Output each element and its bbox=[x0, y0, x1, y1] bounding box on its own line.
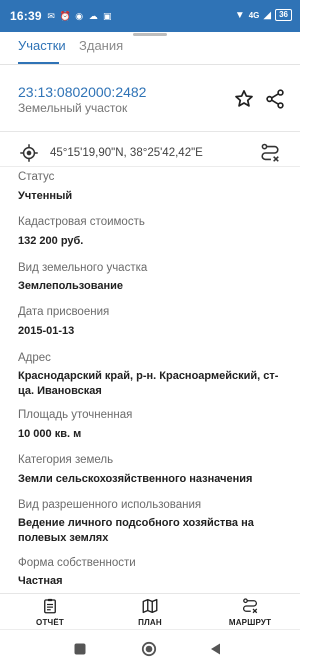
battery-icon: 36 bbox=[275, 9, 292, 21]
home-icon[interactable] bbox=[141, 641, 157, 657]
property-label-land-category: Категория земель bbox=[18, 454, 114, 466]
status-right: ▼ 4G ◢ 36 bbox=[235, 9, 292, 21]
property-label-cadastral-value: Кадастровая стоимость bbox=[18, 216, 145, 228]
property-value-address: Краснодарский край, р-н. Красноармейский… bbox=[18, 370, 279, 397]
property-label-address: Адрес bbox=[18, 352, 51, 364]
status-bar: 16:39 ✉ ⏰ ◉ ☁ ▣ ▼ 4G ◢ 36 bbox=[0, 0, 300, 32]
status-time: 16:39 bbox=[10, 9, 42, 23]
drag-handle[interactable] bbox=[133, 33, 167, 36]
wifi-icon: ▼ bbox=[234, 9, 245, 21]
app-icon: ▣ bbox=[102, 10, 112, 21]
property-value-assigned-date: 2015-01-13 bbox=[18, 325, 75, 337]
signal-label: 4G bbox=[248, 10, 260, 20]
recents-icon[interactable] bbox=[72, 641, 88, 657]
property-label-permitted-use: Вид разрешенного использования bbox=[18, 499, 202, 511]
star-icon[interactable] bbox=[233, 88, 255, 110]
property-value-land-category: Земли сельскохозяйственного назначения bbox=[18, 473, 253, 485]
property-label-land-type: Вид земельного участка bbox=[18, 262, 148, 274]
property-label-status: Статус bbox=[18, 171, 55, 183]
property-value-permitted-use: Ведение личного подсобного хозяйства на … bbox=[18, 517, 254, 544]
property-value-area: 10 000 кв. м bbox=[18, 428, 82, 440]
gps-target-icon[interactable] bbox=[19, 143, 39, 163]
route-button[interactable]: МАРШРУТ bbox=[210, 597, 290, 627]
coordinates-text[interactable]: 45°15'19,90"N, 38°25'42,42"E bbox=[50, 147, 203, 159]
plan-button[interactable]: ПЛАН bbox=[110, 597, 190, 627]
property-label-ownership: Форма собственности bbox=[18, 557, 136, 569]
report-button[interactable]: ОТЧЁТ bbox=[10, 597, 90, 627]
alarm-icon: ⏰ bbox=[59, 10, 71, 21]
route-label: МАРШРУТ bbox=[228, 618, 272, 627]
notification-icons: ✉ ⏰ ◉ ☁ ▣ bbox=[46, 11, 113, 22]
report-label: ОТЧЁТ bbox=[36, 618, 64, 627]
plan-label: ПЛАН bbox=[138, 618, 162, 627]
tab-parcels[interactable]: Участки bbox=[18, 38, 66, 53]
property-label-area: Площадь уточненная bbox=[18, 409, 133, 421]
route-icon[interactable] bbox=[259, 142, 281, 164]
property-value-status: Учтенный bbox=[18, 190, 73, 202]
property-value-cadastral-value: 132 200 руб. bbox=[18, 235, 84, 247]
property-value-land-type: Землепользование bbox=[18, 280, 123, 292]
email-icon: ✉ bbox=[47, 10, 55, 21]
back-icon[interactable] bbox=[208, 641, 224, 657]
parcel-type-subtitle: Земельный участок bbox=[18, 101, 128, 115]
bottom-nav: ОТЧЁТ ПЛАН МАРШРУТ bbox=[0, 593, 300, 630]
system-nav-bar bbox=[0, 629, 300, 668]
share-icon[interactable] bbox=[264, 88, 286, 110]
map-icon bbox=[142, 598, 158, 614]
cadastral-number[interactable]: 23:13:0802000:2482 bbox=[18, 84, 146, 100]
property-value-ownership: Частная bbox=[18, 575, 63, 587]
cloud-icon: ☁ bbox=[88, 10, 98, 21]
vpn-icon: ◉ bbox=[75, 10, 84, 21]
properties-list[interactable]: Статус Учтенный Кадастровая стоимость 13… bbox=[0, 167, 300, 593]
signal-icon: ◢ bbox=[263, 9, 272, 21]
clipboard-icon bbox=[44, 598, 56, 614]
divider bbox=[0, 64, 300, 65]
route-icon bbox=[243, 598, 258, 614]
tab-buildings[interactable]: Здания bbox=[79, 38, 123, 53]
property-label-assigned-date: Дата присвоения bbox=[18, 306, 110, 318]
divider bbox=[0, 131, 300, 132]
